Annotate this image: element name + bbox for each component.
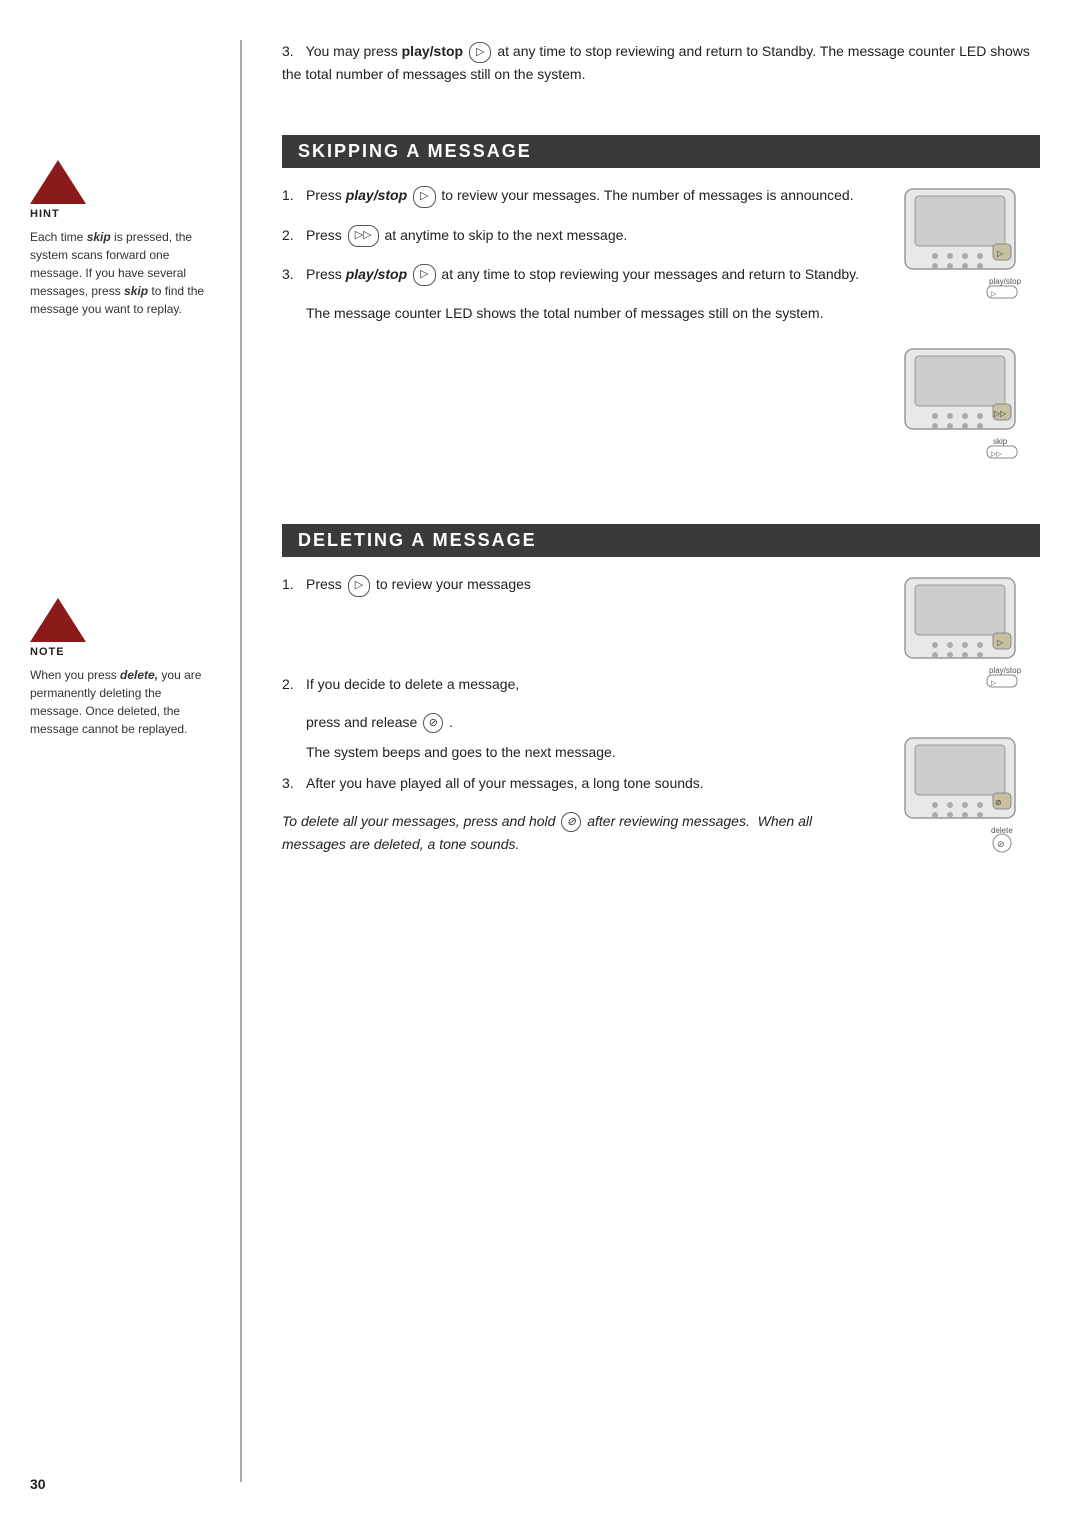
- svg-text:▷▷: ▷▷: [994, 409, 1007, 418]
- note-triangle-icon: [30, 598, 86, 642]
- deleting-content-row: 1. Press ▷ to review your messages 2. If…: [282, 573, 1040, 873]
- play-stop-icon-intro: ▷: [469, 42, 491, 64]
- svg-text:▷: ▷: [997, 638, 1004, 647]
- skipping-content-row: 1. Press play/stop ▷ to review your mess…: [282, 184, 1040, 484]
- del-step-3-content: After you have played all of your messag…: [306, 772, 860, 794]
- skip-step-3: 3. Press play/stop ▷ at any time to stop…: [282, 263, 860, 286]
- svg-text:⊘: ⊘: [997, 839, 1005, 849]
- delete-circle-icon-note: ⊘: [561, 812, 581, 832]
- skipping-illustrations: ▷ play/stop ▷: [870, 184, 1040, 484]
- intro-paragraph: 3. You may press play/stop ▷ at any time…: [282, 40, 1040, 85]
- skip-step-1: 1. Press play/stop ▷ to review your mess…: [282, 184, 860, 207]
- hint-triangle-icon: [30, 160, 86, 204]
- phone-illustration-delete: ⊘ delete ⊘: [875, 733, 1035, 873]
- delete-note-italic: To delete all your messages, press and h…: [282, 810, 860, 855]
- intro-num: 3.: [282, 40, 302, 62]
- play-stop-icon-s1: ▷: [413, 186, 435, 208]
- del-step-1-num: 1.: [282, 573, 306, 595]
- deleting-header: DELETING A MESSAGE: [282, 524, 1040, 557]
- del-spacer: [282, 613, 860, 673]
- deleting-illustrations: ▷ play/stop ▷: [870, 573, 1040, 873]
- deleting-section: DELETING A MESSAGE 1. Press ▷ to review …: [282, 504, 1040, 873]
- play-icon-del1: ▷: [348, 575, 370, 597]
- skipping-section: SKIPPING A MESSAGE 1. Press play/stop ▷ …: [282, 115, 1040, 484]
- skip-forward-icon: ▷▷: [348, 225, 379, 247]
- skip-step-1-content: Press play/stop ▷ to review your message…: [306, 184, 860, 207]
- del-step-2-content: If you decide to delete a message,: [306, 673, 860, 695]
- note-text: When you press delete, you are permanent…: [30, 666, 210, 738]
- phone-illustration-playstop-2: ▷ play/stop ▷: [875, 573, 1035, 713]
- delete-circle-icon: ⊘: [423, 713, 443, 733]
- skip-step-3-content: Press play/stop ▷ at any time to stop re…: [306, 263, 860, 286]
- del-step-2-sub1: press and release ⊘ .: [306, 711, 860, 733]
- vertical-divider: [240, 40, 242, 1482]
- svg-text:▷▷: ▷▷: [991, 451, 1002, 458]
- page-number: 30: [30, 1476, 46, 1492]
- svg-text:▷: ▷: [997, 249, 1004, 258]
- phone-illustration-playstop-1: ▷ play/stop ▷: [875, 184, 1035, 324]
- svg-text:skip: skip: [993, 437, 1008, 446]
- deleting-steps: 1. Press ▷ to review your messages 2. If…: [282, 573, 860, 854]
- svg-text:⊘: ⊘: [995, 798, 1002, 807]
- skip-step-2-num: 2.: [282, 224, 306, 246]
- main-content: 3. You may press play/stop ▷ at any time…: [252, 40, 1080, 1482]
- skip-step-2-content: Press ▷▷ at anytime to skip to the next …: [306, 224, 860, 247]
- note-label: NOTE: [30, 646, 210, 658]
- svg-text:▷: ▷: [991, 680, 997, 687]
- del-step-1: 1. Press ▷ to review your messages: [282, 573, 860, 596]
- del-step-1-content: Press ▷ to review your messages: [306, 573, 860, 596]
- skipping-steps: 1. Press play/stop ▷ to review your mess…: [282, 184, 860, 324]
- skip-step-3-extra: The message counter LED shows the total …: [306, 302, 860, 324]
- hint-box: HINT Each time skip is pressed, the syst…: [30, 160, 210, 318]
- del-step-2: 2. If you decide to delete a message,: [282, 673, 860, 695]
- sidebar: HINT Each time skip is pressed, the syst…: [0, 40, 230, 1482]
- play-stop-icon-s3: ▷: [413, 264, 435, 286]
- del-step-3: 3. After you have played all of your mes…: [282, 772, 860, 794]
- del-step-2-num: 2.: [282, 673, 306, 695]
- svg-text:▷: ▷: [991, 291, 997, 298]
- skip-step-3-num: 3.: [282, 263, 306, 285]
- del-step-2-sub2: The system beeps and goes to the next me…: [306, 741, 860, 763]
- svg-text:play/stop: play/stop: [989, 277, 1022, 286]
- phone-illustration-skip-1: ▷▷ skip ▷▷: [875, 344, 1035, 484]
- note-box: NOTE When you press delete, you are perm…: [30, 598, 210, 738]
- svg-text:play/stop: play/stop: [989, 666, 1022, 675]
- skipping-header: SKIPPING A MESSAGE: [282, 135, 1040, 168]
- skip-step-2: 2. Press ▷▷ at anytime to skip to the ne…: [282, 224, 860, 247]
- hint-label: HINT: [30, 208, 210, 220]
- hint-text: Each time skip is pressed, the system sc…: [30, 228, 210, 318]
- skip-step-1-num: 1.: [282, 184, 306, 206]
- del-step-3-num: 3.: [282, 772, 306, 794]
